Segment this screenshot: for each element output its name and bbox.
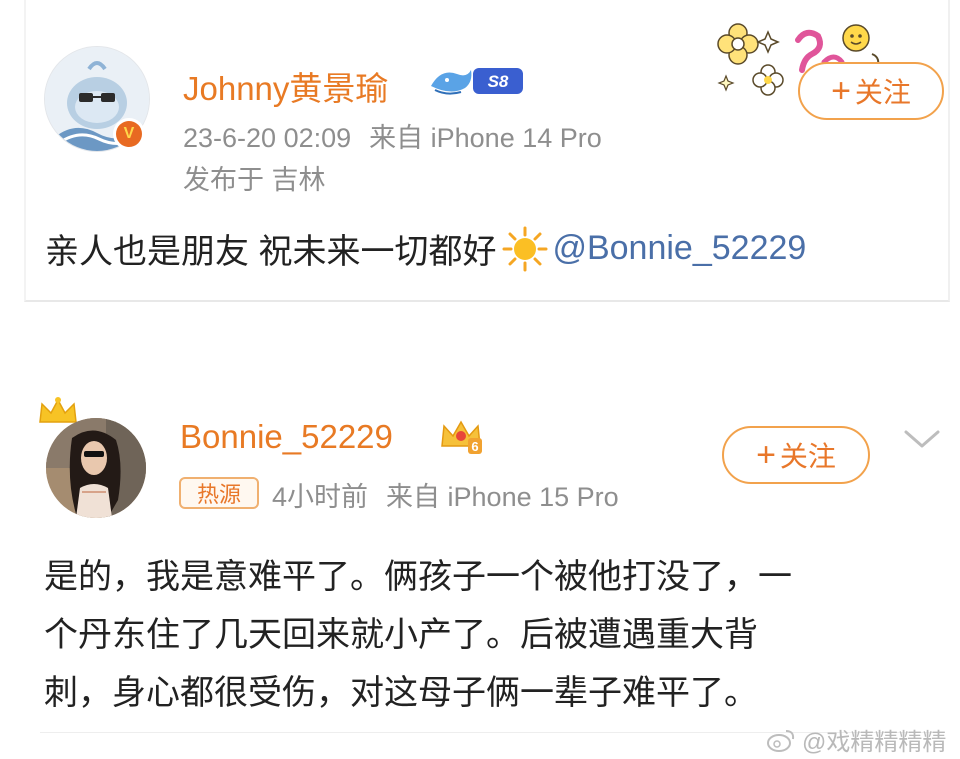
post2-time: 4小时前 [272, 482, 369, 512]
follow-label: 关注 [854, 77, 911, 108]
sun-icon [502, 226, 548, 271]
post2-source: 来自 iPhone 15 Pro [386, 482, 619, 512]
post1-content: 亲人也是朋友 祝未来一切都好 @Bonnie_52229 [45, 224, 806, 273]
chevron-down-icon[interactable] [902, 426, 942, 452]
post2-content-line: 刺，身心都很受伤，对这母子俩一辈子难平了。 [44, 674, 758, 712]
username-bonnie[interactable]: Bonnie_52229 [180, 418, 393, 456]
plus-icon: + [831, 72, 851, 110]
watermark-text: @戏精精精精 [802, 729, 947, 756]
post2-content-line: 是的，我是意难平了。俩孩子一个被他打没了，一 [44, 558, 792, 596]
plus-icon: + [756, 436, 776, 474]
follow-button-johnny[interactable]: + 关注 [798, 62, 944, 120]
weibo-icon [767, 729, 795, 752]
post1-location: 发布于 吉林 [183, 165, 326, 195]
verified-v-icon: V [113, 118, 145, 150]
post1-timestamp: 23-6-20 02:09 [183, 123, 352, 153]
post1-text: 亲人也是朋友 祝未来一切都好 [45, 233, 497, 271]
post2-content-line: 个丹东住了几天回来就小产了。后被遭遇重大背 [44, 616, 758, 654]
whale-badge-icon: S8 [431, 68, 523, 95]
vip-crown-badge-icon: 6 [441, 420, 482, 454]
vip-level-text: 6 [471, 439, 478, 454]
username-johnny[interactable]: Johnny黄景瑜 [183, 62, 388, 110]
avatar-bonnie[interactable] [46, 418, 146, 518]
follow-label: 关注 [779, 441, 836, 472]
post2-content: 是的，我是意难平了。俩孩子一个被他打没了，一 个丹东住了几天回来就小产了。后被遭… [44, 548, 924, 722]
post1-meta: 23-6-20 02:09 来自 iPhone 14 Pro [183, 116, 602, 155]
hot-source-badge[interactable]: 热源 [179, 477, 259, 509]
mention-link[interactable]: @Bonnie_52229 [552, 229, 806, 268]
post2-meta: 4小时前 来自 iPhone 15 Pro [272, 475, 619, 514]
follow-button-bonnie[interactable]: + 关注 [722, 426, 870, 484]
level-badge-text: S8 [488, 72, 509, 91]
watermark: @戏精精精精 [766, 722, 946, 757]
post1-source: 来自 iPhone 14 Pro [369, 123, 602, 153]
